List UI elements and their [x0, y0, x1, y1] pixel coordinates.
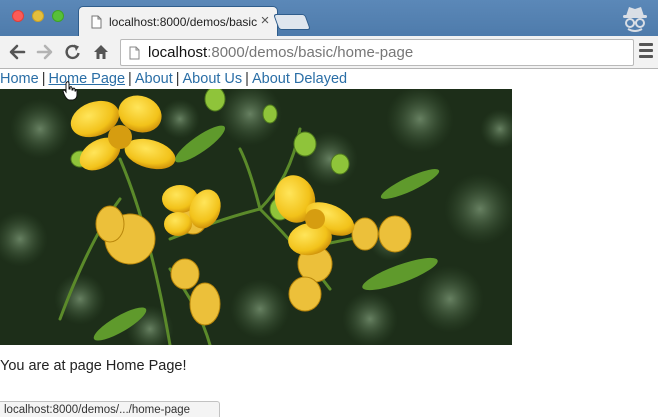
nav-separator: | [41, 71, 46, 87]
tab-close-icon[interactable]: × [257, 13, 273, 29]
hamburger-menu-icon[interactable] [639, 43, 653, 59]
page-message: You are at page Home Page! [0, 358, 187, 374]
nav-separator: | [175, 71, 180, 87]
yellow-flowers-photo [0, 89, 512, 345]
window-close-button[interactable] [12, 10, 24, 22]
address-bar[interactable]: localhost:8000/demos/basic/home-page [120, 39, 634, 66]
back-arrow-icon[interactable] [7, 42, 27, 62]
tab-title: localhost:8000/demos/basic/home-page [109, 15, 257, 29]
page-icon [91, 15, 102, 29]
hand-cursor-icon [62, 81, 78, 101]
reload-icon[interactable] [63, 42, 83, 62]
incognito-icon [623, 7, 647, 32]
nav-link-home-page[interactable]: Home Page [48, 71, 125, 87]
forward-arrow-icon[interactable] [35, 42, 55, 62]
window-maximize-button[interactable] [52, 10, 64, 22]
browser-titlebar: localhost:8000/demos/basic/home-page × [0, 0, 658, 36]
nav-link-home[interactable]: Home [0, 71, 39, 87]
status-bubble-url: localhost:8000/demos/.../home-page [0, 401, 220, 417]
nav-link-about-us[interactable]: About Us [183, 71, 243, 87]
url-host: localhost [148, 44, 208, 61]
nav-separator: | [128, 71, 132, 87]
window-minimize-button[interactable] [32, 10, 44, 22]
url-path: :8000/demos/basic/home-page [207, 44, 414, 61]
nav-separator: | [245, 71, 249, 87]
page-icon [129, 46, 140, 60]
address-url[interactable]: localhost:8000/demos/basic/home-page [148, 44, 628, 62]
browser-toolbar: localhost:8000/demos/basic/home-page [0, 36, 658, 69]
nav-bar: Home | Home Page | About | About Us | About Dela… [0, 71, 347, 89]
page-viewport: Home | Home Page | About | About Us | About Dela… [0, 70, 658, 417]
nav-link-about[interactable]: About [135, 71, 173, 87]
browser-tab[interactable]: localhost:8000/demos/basic/home-page × [78, 6, 278, 36]
new-tab-icon[interactable] [273, 14, 311, 30]
nav-link-about-delayed[interactable]: About Delayed [252, 71, 347, 87]
home-icon[interactable] [91, 42, 111, 62]
